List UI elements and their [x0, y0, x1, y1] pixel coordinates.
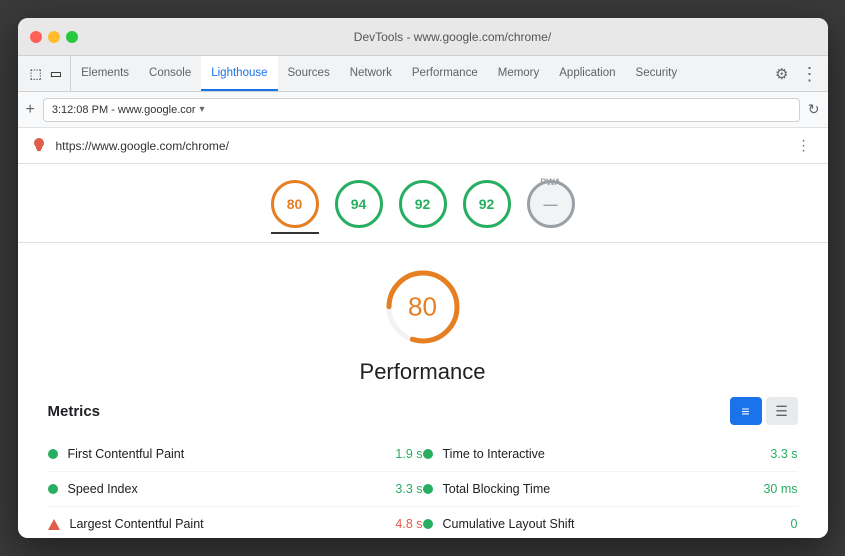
active-tab-indicator — [271, 232, 319, 234]
metrics-section: Metrics ≡ ☰ First Contentful Paint 1.9 s — [18, 397, 828, 538]
fcp-label: First Contentful Paint — [68, 447, 386, 461]
tab-performance[interactable]: Performance — [402, 56, 488, 91]
tab-lighthouse[interactable]: Lighthouse — [201, 56, 277, 91]
big-score-section: 80 Performance — [18, 243, 828, 397]
si-indicator — [48, 484, 58, 494]
address-bar: + 3:12:08 PM - www.google.cor ▾ ↻ — [18, 92, 828, 128]
performance-score-circle: 80 — [271, 180, 319, 228]
list-view-button[interactable]: ☰ — [766, 397, 798, 425]
accessibility-score-circle: 94 — [335, 180, 383, 228]
devtools-window: DevTools - www.google.com/chrome/ ⬚ ▭ El… — [18, 18, 828, 538]
tab-application[interactable]: Application — [549, 56, 625, 91]
cls-indicator — [423, 519, 433, 529]
lighthouse-url-text: https://www.google.com/chrome/ — [56, 139, 784, 153]
metric-lcp: Largest Contentful Paint 4.8 s — [48, 507, 423, 538]
lcp-label: Largest Contentful Paint — [70, 517, 386, 531]
cursor-icon[interactable]: ⬚ — [30, 66, 42, 82]
minimize-button[interactable] — [48, 31, 60, 43]
metrics-title: Metrics — [48, 403, 101, 420]
tab-console[interactable]: Console — [139, 56, 201, 91]
cls-label: Cumulative Layout Shift — [443, 517, 781, 531]
mobile-icon[interactable]: ▭ — [50, 66, 62, 82]
window-title: DevTools - www.google.com/chrome/ — [90, 30, 816, 44]
score-tabs: 80 94 92 92 PWA — [18, 164, 828, 243]
lcp-indicator — [48, 519, 60, 530]
more-options-icon[interactable]: ⋮ — [801, 65, 818, 83]
address-input[interactable]: 3:12:08 PM - www.google.cor ▾ — [43, 98, 800, 122]
tti-label: Time to Interactive — [443, 447, 761, 461]
devtools-icons: ⬚ ▭ — [22, 56, 72, 91]
metric-si: Speed Index 3.3 s — [48, 472, 423, 507]
metric-tti: Time to Interactive 3.3 s — [423, 437, 798, 472]
add-tab-icon[interactable]: + — [26, 101, 35, 119]
devtools-tab-bar: ⬚ ▭ Elements Console Lighthouse Sources … — [18, 56, 828, 92]
seo-score-circle: 92 — [463, 180, 511, 228]
big-score-label: Performance — [360, 359, 486, 385]
si-label: Speed Index — [68, 482, 386, 496]
big-score-ring: 80 — [383, 267, 463, 347]
score-tab-pwa[interactable]: PWA — — [527, 180, 575, 234]
metrics-header: Metrics ≡ ☰ — [48, 397, 798, 425]
main-content: 80 94 92 92 PWA — [18, 164, 828, 538]
close-button[interactable] — [30, 31, 42, 43]
tti-indicator — [423, 449, 433, 459]
score-tab-best-practices[interactable]: 92 — [399, 180, 447, 234]
lighthouse-more-options[interactable]: ⋮ — [792, 134, 816, 158]
grid-view-button[interactable]: ≡ — [730, 397, 762, 425]
metrics-left-column: First Contentful Paint 1.9 s Speed Index… — [48, 437, 423, 538]
tti-value: 3.3 s — [770, 447, 797, 461]
devtools-settings: ⚙ ⋮ — [765, 56, 827, 91]
metrics-grid: First Contentful Paint 1.9 s Speed Index… — [48, 437, 798, 538]
view-toggle: ≡ ☰ — [730, 397, 798, 425]
tab-elements[interactable]: Elements — [71, 56, 139, 91]
score-tab-performance[interactable]: 80 — [271, 180, 319, 234]
traffic-lights — [30, 31, 78, 43]
metric-fcp: First Contentful Paint 1.9 s — [48, 437, 423, 472]
lcp-value: 4.8 s — [395, 517, 422, 531]
lighthouse-logo — [30, 137, 48, 155]
settings-icon[interactable]: ⚙ — [775, 65, 788, 83]
tab-network[interactable]: Network — [340, 56, 402, 91]
metric-cls: Cumulative Layout Shift 0 — [423, 507, 798, 538]
tab-sources[interactable]: Sources — [278, 56, 340, 91]
big-score-number: 80 — [408, 292, 437, 323]
fcp-indicator — [48, 449, 58, 459]
si-value: 3.3 s — [395, 482, 422, 496]
cls-value: 0 — [791, 517, 798, 531]
tbt-value: 30 ms — [763, 482, 797, 496]
title-bar: DevTools - www.google.com/chrome/ — [18, 18, 828, 56]
tbt-label: Total Blocking Time — [443, 482, 754, 496]
metric-tbt: Total Blocking Time 30 ms — [423, 472, 798, 507]
score-tab-accessibility[interactable]: 94 — [335, 180, 383, 234]
lighthouse-url-bar: https://www.google.com/chrome/ ⋮ — [18, 128, 828, 164]
score-tab-seo[interactable]: 92 — [463, 180, 511, 234]
pwa-score-circle: PWA — — [527, 180, 575, 228]
maximize-button[interactable] — [66, 31, 78, 43]
tab-security[interactable]: Security — [626, 56, 688, 91]
refresh-icon[interactable]: ↻ — [808, 101, 820, 118]
metrics-right-column: Time to Interactive 3.3 s Total Blocking… — [423, 437, 798, 538]
fcp-value: 1.9 s — [395, 447, 422, 461]
dropdown-icon[interactable]: ▾ — [200, 104, 205, 115]
best-practices-score-circle: 92 — [399, 180, 447, 228]
tbt-indicator — [423, 484, 433, 494]
tab-memory[interactable]: Memory — [488, 56, 550, 91]
